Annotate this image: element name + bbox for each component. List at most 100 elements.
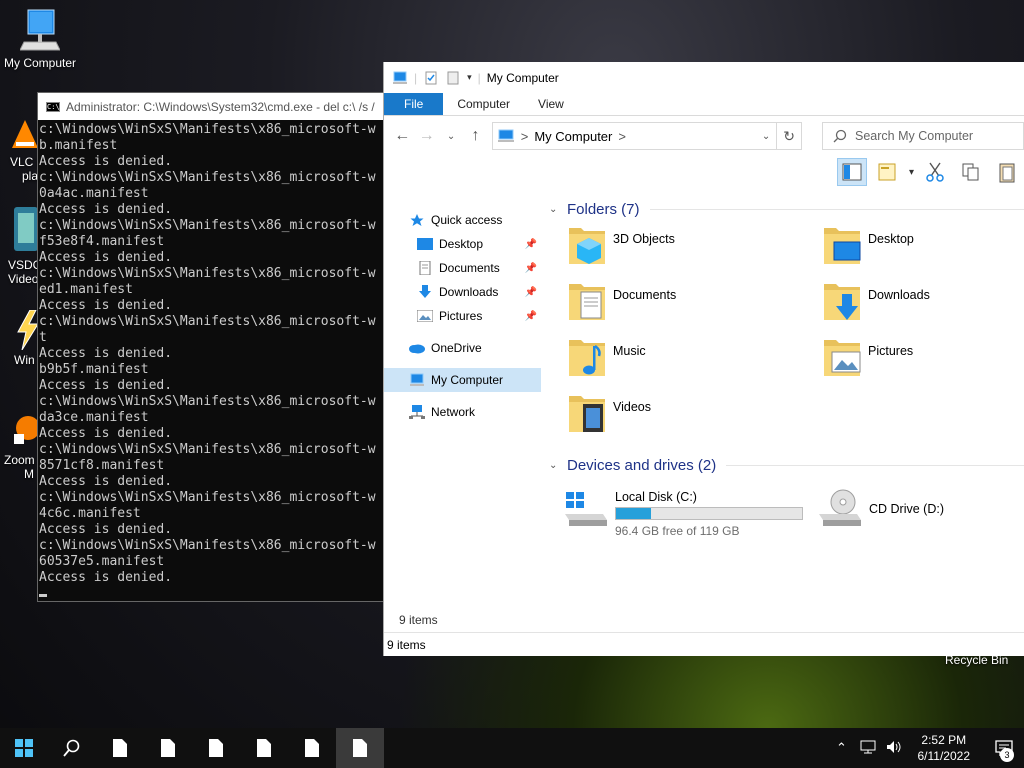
videos-folder-icon xyxy=(569,396,605,432)
group-title: Devices and drives (2) xyxy=(567,456,717,474)
cmd-output[interactable]: c:\Windows\WinSxS\Manifests\x86_microsof… xyxy=(38,120,386,601)
action-center-button[interactable]: 3 xyxy=(984,728,1024,768)
ribbon-tabs: File Computer View xyxy=(384,93,1024,116)
pin-icon[interactable]: 📌 xyxy=(525,311,537,322)
folder-documents[interactable]: Documents xyxy=(567,280,822,336)
nav-item-my-computer[interactable]: My Computer xyxy=(384,368,541,392)
taskbar-app-3[interactable] xyxy=(192,728,240,768)
folder-label: Documents xyxy=(613,288,677,302)
folder-label: Desktop xyxy=(868,232,914,246)
cmd-line: Access is denied. xyxy=(39,474,173,489)
file-icon xyxy=(257,739,271,757)
cut-button[interactable] xyxy=(920,158,950,186)
forward-icon[interactable]: → xyxy=(418,127,435,145)
pin-icon[interactable]: 📌 xyxy=(525,239,537,250)
layout-dropdown-icon[interactable]: ▾ xyxy=(909,167,914,178)
folders-group-header[interactable]: ⌄ Folders (7) xyxy=(549,194,1024,224)
pictures-folder-icon xyxy=(824,340,861,376)
new-folder-icon[interactable] xyxy=(445,71,461,85)
cmd-line: c:\Windows\WinSxS\Manifests\x86_microsof… xyxy=(39,218,376,233)
properties-icon[interactable] xyxy=(423,71,439,85)
desktop-icon-zoom[interactable]: Zoom M xyxy=(4,410,40,481)
nav-label: Quick access xyxy=(431,213,503,227)
vlc-icon xyxy=(12,120,38,148)
scissors-icon xyxy=(926,162,944,182)
taskbar-app-1[interactable] xyxy=(96,728,144,768)
folder-3d-objects[interactable]: 3D Objects xyxy=(567,224,822,280)
nav-item-quick-access[interactable]: Quick access xyxy=(384,208,541,232)
explorer-body: Quick access Desktop 📌 Documents 📌 Downl… xyxy=(384,192,1024,612)
nav-item-desktop[interactable]: Desktop 📌 xyxy=(384,232,541,256)
cmd-line: 0a4ac.manifest xyxy=(39,186,149,201)
tab-view[interactable]: View xyxy=(524,93,578,115)
explorer-window[interactable]: | ▾ | My Computer File Computer View ← →… xyxy=(383,62,1024,656)
zoom-icon xyxy=(14,416,40,444)
breadcrumb-separator[interactable]: > xyxy=(521,129,529,144)
nav-item-pictures[interactable]: Pictures 📌 xyxy=(384,304,541,328)
drive-cd-d[interactable]: CD Drive (D:) xyxy=(817,486,944,538)
up-icon[interactable]: ↑ xyxy=(467,127,483,145)
taskbar-app-4[interactable] xyxy=(240,728,288,768)
folder-downloads[interactable]: Downloads xyxy=(822,280,1022,336)
cmd-cursor xyxy=(39,594,47,597)
start-button[interactable] xyxy=(0,728,48,768)
desktop-icon-label: Zoom xyxy=(4,453,35,467)
cmd-line: c:\Windows\WinSxS\Manifests\x86_microsof… xyxy=(39,314,376,329)
folder-videos[interactable]: Videos xyxy=(567,392,822,448)
tab-computer[interactable]: Computer xyxy=(443,93,524,115)
nav-item-documents[interactable]: Documents 📌 xyxy=(384,256,541,280)
volume-icon[interactable] xyxy=(884,740,904,757)
windows-logo-icon xyxy=(15,739,33,757)
back-icon[interactable]: ← xyxy=(394,127,410,145)
cmd-line: c:\Windows\WinSxS\Manifests\x86_microsof… xyxy=(39,170,376,185)
refresh-icon[interactable]: ↻ xyxy=(776,122,802,150)
desktop-icon-my-computer[interactable]: My Computer xyxy=(0,8,80,70)
breadcrumb-separator[interactable]: > xyxy=(618,129,626,144)
taskbar-search-button[interactable] xyxy=(48,728,96,768)
customize-toolbar-icon[interactable]: ▾ xyxy=(467,72,472,83)
status-bar: 9 items xyxy=(384,632,1024,656)
taskbar-app-2[interactable] xyxy=(144,728,192,768)
cmd-icon: C:\ xyxy=(46,101,60,112)
nav-item-network[interactable]: Network xyxy=(384,400,541,424)
folder-pictures[interactable]: Pictures xyxy=(822,336,1022,392)
hard-drive-icon xyxy=(565,492,607,526)
drive-local-disk-c[interactable]: Local Disk (C:) 96.4 GB free of 119 GB xyxy=(563,486,803,538)
pane-icon xyxy=(842,163,862,181)
file-icon xyxy=(305,739,319,757)
status-bar-text: 9 items xyxy=(387,637,426,652)
navigation-pane-button[interactable] xyxy=(836,158,867,186)
pin-icon[interactable]: 📌 xyxy=(525,287,537,298)
show-hidden-icons-icon[interactable]: ⌃ xyxy=(832,740,852,756)
breadcrumb-my-computer[interactable]: My Computer xyxy=(534,129,612,144)
copy-icon xyxy=(962,163,979,181)
folder-label: Videos xyxy=(613,400,651,414)
preview-pane-button[interactable] xyxy=(873,158,903,186)
paste-button[interactable] xyxy=(992,158,1022,186)
folder-music[interactable]: Music xyxy=(567,336,822,392)
preview-icon xyxy=(878,163,896,181)
taskbar-app-6[interactable] xyxy=(336,728,384,768)
copy-button[interactable] xyxy=(956,158,986,186)
pin-icon[interactable]: 📌 xyxy=(525,263,537,274)
drives-group-header[interactable]: ⌄ Devices and drives (2) xyxy=(549,450,1024,480)
clock[interactable]: 2:52 PM 6/11/2022 xyxy=(918,732,971,764)
drive-name: Local Disk (C:) xyxy=(615,490,697,504)
folder-desktop[interactable]: Desktop xyxy=(822,224,1022,280)
cmd-line: Access is denied. xyxy=(39,298,173,313)
tab-file[interactable]: File xyxy=(384,93,444,115)
nav-item-onedrive[interactable]: OneDrive xyxy=(384,336,541,360)
search-input[interactable]: Search My Computer xyxy=(822,122,1024,150)
address-bar[interactable]: > My Computer > ⌄ xyxy=(491,122,778,150)
nav-item-downloads[interactable]: Downloads 📌 xyxy=(384,280,541,304)
drive-name: CD Drive (D:) xyxy=(869,502,944,516)
address-dropdown-icon[interactable]: ⌄ xyxy=(762,131,776,142)
cmd-titlebar[interactable]: C:\ Administrator: C:\Windows\System32\c… xyxy=(38,93,386,120)
network-icon xyxy=(408,405,426,419)
network-icon[interactable] xyxy=(858,740,878,757)
explorer-titlebar[interactable]: | ▾ | My Computer xyxy=(384,62,1024,93)
taskbar-app-5[interactable] xyxy=(288,728,336,768)
recent-locations-icon[interactable]: ⌄ xyxy=(443,131,459,142)
cmd-window[interactable]: C:\ Administrator: C:\Windows\System32\c… xyxy=(37,92,387,602)
cmd-line: Access is denied. xyxy=(39,570,173,585)
